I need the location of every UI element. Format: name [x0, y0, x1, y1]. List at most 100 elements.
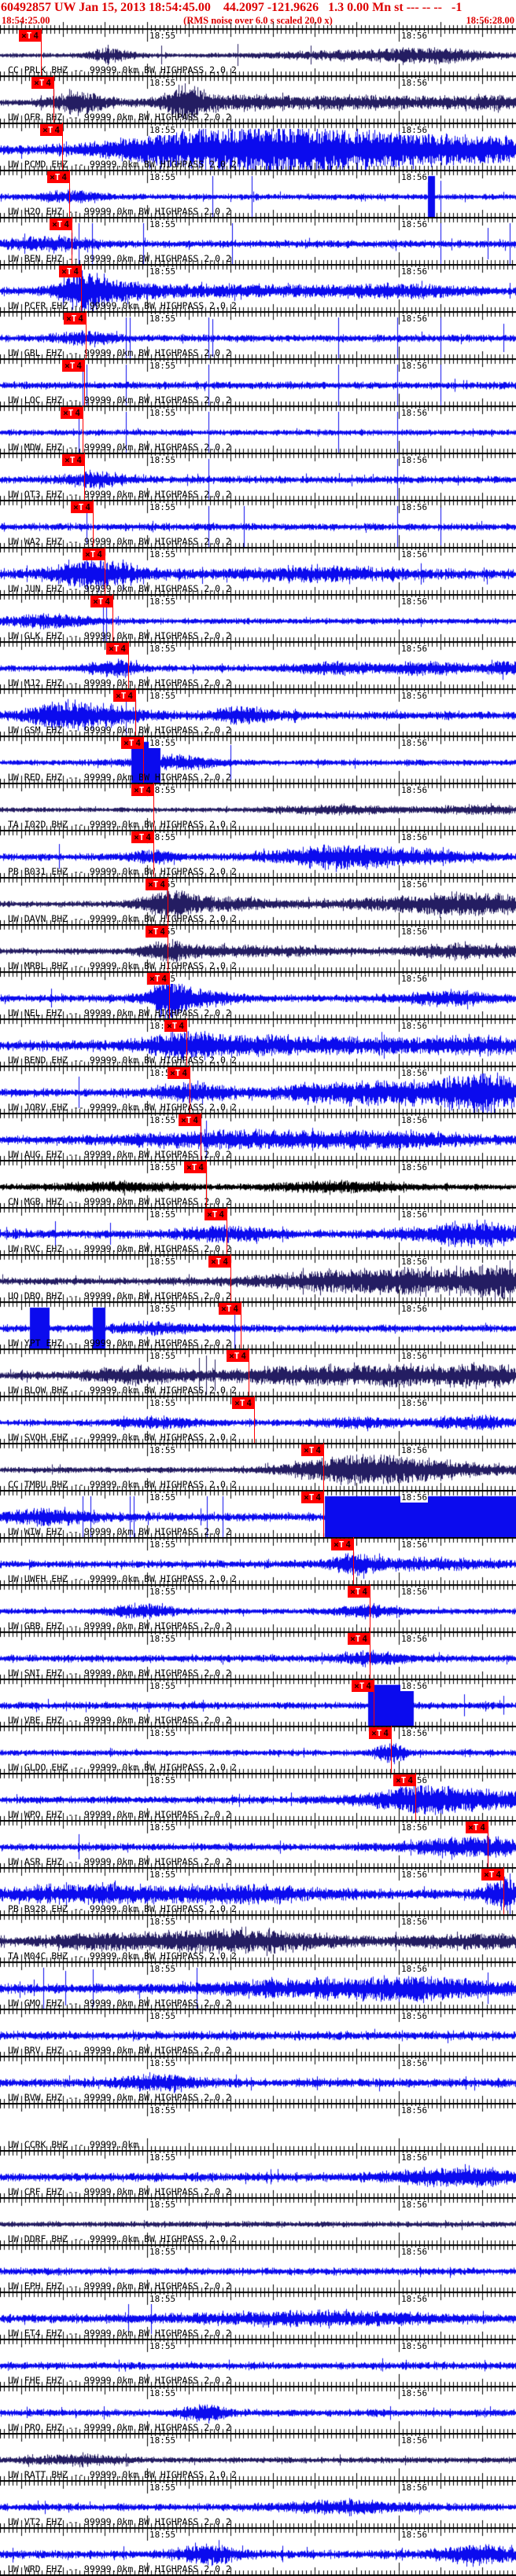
trace-row[interactable]: 18:55 18:56 UW FHE EHZ -- 99999.0km BW H… [0, 2339, 516, 2386]
trace-row[interactable]: 18:55 18:56 UW ET4 EHZ -- 99999.0km BW H… [0, 2292, 516, 2339]
pick-flag[interactable]: ×T 4 [31, 77, 53, 89]
pick-line[interactable] [86, 311, 87, 358]
pick-flag[interactable]: ×T 4 [301, 1444, 323, 1456]
trace-row[interactable]: 18:55 18:56 UW PCFR EHZ -- 99999.0km BW … [0, 264, 516, 311]
trace-row[interactable]: 18:55 18:56 TA M04C BHZ -- 99999.0km BW … [0, 1914, 516, 1961]
pick-flag[interactable]: ×T 4 [62, 454, 84, 466]
trace-row[interactable]: 18:55 18:56 UW NEL EHZ -- 99999.0km BW H… [0, 971, 516, 1018]
trace-row[interactable]: 18:55 18:56 UW DAVN BHZ -- 99999.0km BW … [0, 877, 516, 924]
trace-row[interactable]: 18:55 18:56 UW CRF EHZ -- 99999.0km BW H… [0, 2150, 516, 2197]
trace-row[interactable]: 18:55 18:56 UW BLOW BHZ -- 99999.0km BW … [0, 1349, 516, 1396]
trace-row[interactable]: 18:55 18:56 UW GLK EHZ -- 99999.0km BW H… [0, 594, 516, 641]
pick-line[interactable] [169, 971, 170, 1018]
pick-line[interactable] [69, 170, 70, 217]
trace-row[interactable]: 18:55 18:56 CC PRLK BHZ -- 99999.0km BW … [0, 28, 516, 75]
pick-line[interactable] [53, 75, 54, 123]
trace-row[interactable]: 18:55 18:56 UW BEND EHZ -- 99999.0km BW … [0, 1018, 516, 1066]
pick-flag[interactable]: ×T 4 [393, 1774, 415, 1786]
pick-flag[interactable]: ×T 4 [62, 360, 84, 372]
trace-row[interactable]: 18:55 18:56 UW EPH EHZ -- 99999.0km BW H… [0, 2244, 516, 2292]
trace-row[interactable]: 18:55 18:56 UW PRO EHZ -- 99999.0km BW H… [0, 2386, 516, 2433]
trace-row[interactable]: 18:55 18:56 PB B031 EHZ -- 99999.0km BW … [0, 830, 516, 877]
pick-flag[interactable]: ×T 4 [61, 407, 83, 419]
pick-flag[interactable]: ×T 4 [208, 1256, 230, 1268]
trace-row[interactable]: 18:55 18:56 UW MDW EHZ -- 99999.0km BW H… [0, 405, 516, 453]
trace-row[interactable]: 18:55 18:56 UW WA2 EHZ -- 99999.0km BW H… [0, 500, 516, 547]
trace-row[interactable]: 18:55 18:56 UW JUN EHZ -- 99999.0km BW H… [0, 547, 516, 594]
pick-flag[interactable]: ×T 4 [168, 1067, 190, 1079]
pick-flag[interactable]: ×T 4 [19, 30, 41, 42]
trace-row[interactable]: 18:55 18:56 UW JORV EHZ -- 99999.0km BW … [0, 1066, 516, 1113]
pick-flag[interactable]: ×T 4 [113, 690, 135, 702]
pick-line[interactable] [112, 594, 113, 641]
pick-flag[interactable]: ×T 4 [348, 1633, 370, 1645]
trace-row[interactable]: 18:55 18:56 UW WIW EHZ -- 99999.0km BW H… [0, 1490, 516, 1537]
trace-row[interactable]: 18:55 18:56 UW OT3 EHZ -- 99999.0km BW H… [0, 453, 516, 500]
trace-row[interactable]: 18:55 18:56 UW DDRF BHZ -- 99999.0km BW … [0, 2197, 516, 2244]
pick-flag[interactable]: ×T 4 [219, 1303, 241, 1315]
trace-row[interactable]: 18:55 18:56 UW RVC EHZ -- 99999.0km BW H… [0, 1207, 516, 1254]
trace-row[interactable]: 18:55 18:56 UW SNI EHZ -- 99999.0km BW H… [0, 1631, 516, 1679]
pick-flag[interactable]: ×T 4 [121, 737, 143, 749]
pick-flag[interactable]: ×T 4 [106, 643, 128, 655]
trace-row[interactable]: 18:55 18:56 UW GLDO EHZ -- 99999.0km BW … [0, 1726, 516, 1773]
trace-row[interactable]: 18:55 18:56 PB B928 EHZ -- 99999.0km BW … [0, 1867, 516, 1914]
trace-row[interactable]: 18:55 18:56 UW MRBL BHZ -- 99999.0km BW … [0, 924, 516, 971]
pick-line[interactable] [323, 1443, 324, 1490]
trace-row[interactable]: 18:55 18:56 CN MGB HHZ -- 99999.0km BW H… [0, 1160, 516, 1207]
trace-row[interactable]: 18:55 18:56 UW SVQH EHZ -- 99999.0km BW … [0, 1396, 516, 1443]
trace-row[interactable]: 18:55 18:56 UW GBB EHZ -- 99999.0km BW H… [0, 1584, 516, 1631]
trace-row[interactable]: 18:55 18:56 UW OFR BHZ -- 99999.0km BW H… [0, 75, 516, 123]
trace-row[interactable]: 18:55 18:56 UW PCMD EHZ -- 99999.0km BW … [0, 123, 516, 170]
trace-row[interactable]: 18:55 18:56 UW CCRK BHZ -- 99999.0km [0, 2103, 516, 2150]
pick-flag[interactable]: ×T 4 [227, 1350, 249, 1362]
trace-row[interactable]: 18:55 18:56 UW GBL EHZ -- 99999.0km BW H… [0, 311, 516, 358]
pick-flag[interactable]: ×T 4 [466, 1822, 488, 1833]
pick-flag[interactable]: ×T 4 [40, 124, 62, 136]
trace-row[interactable]: 18:55 18:56 UW GSM EHZ -- 99999.0km BW H… [0, 688, 516, 736]
pick-flag[interactable]: ×T 4 [146, 926, 168, 938]
trace-row[interactable]: 18:55 18:56 UW ASR EHZ -- 99999.0km BW H… [0, 1820, 516, 1867]
pick-flag[interactable]: ×T 4 [59, 266, 81, 277]
pick-flag[interactable]: ×T 4 [331, 1539, 353, 1550]
pick-line[interactable] [415, 1773, 416, 1820]
pick-flag[interactable]: ×T 4 [147, 973, 169, 985]
pick-line[interactable] [153, 830, 154, 877]
trace-row[interactable]: 18:55 18:56 UW RED EHZ -- 99999.0km BW H… [0, 736, 516, 783]
pick-line[interactable] [186, 1018, 187, 1066]
trace-row[interactable]: 18:55 18:56 UW MJ2 EHZ -- 99999.0km BW H… [0, 641, 516, 688]
trace-row[interactable]: 18:55 18:56 UW WPO EHZ -- 99999.0km BW H… [0, 1773, 516, 1820]
pick-flag[interactable]: ×T 4 [131, 831, 153, 843]
pick-flag[interactable]: ×T 4 [184, 1161, 206, 1173]
pick-flag[interactable]: ×T 4 [205, 1209, 227, 1220]
trace-row[interactable]: 18:55 18:56 UW RATT BHZ -- 99999.0km BW … [0, 2433, 516, 2480]
pick-line[interactable] [41, 28, 42, 75]
pick-flag[interactable]: ×T 4 [83, 549, 105, 560]
pick-line[interactable] [81, 264, 82, 311]
pick-flag[interactable]: ×T 4 [232, 1397, 254, 1409]
pick-line[interactable] [153, 783, 154, 830]
pick-line[interactable] [84, 358, 85, 405]
trace-row[interactable]: 18:55 18:56 UO DBO BHZ -- 99999.0km BW H… [0, 1254, 516, 1301]
pick-line[interactable] [143, 736, 144, 783]
trace-row[interactable]: 18:55 18:56 UW BEN EHZ -- 99999.0km BW H… [0, 217, 516, 264]
pick-flag[interactable]: ×T 4 [47, 171, 69, 183]
trace-row[interactable]: 18:55 18:56 UW BVW EHZ -- 99999.0km BW H… [0, 2056, 516, 2103]
pick-flag[interactable]: ×T 4 [90, 596, 112, 607]
pick-line[interactable] [323, 1490, 324, 1537]
trace-row[interactable]: 18:55 18:56 UW AUG EHZ -- 99999.0km BW H… [0, 1113, 516, 1160]
trace-row[interactable]: 18:55 18:56 UW VBE EHZ -- 99999.0km BW H… [0, 1679, 516, 1726]
pick-flag[interactable]: ×T 4 [348, 1586, 370, 1598]
trace-row[interactable]: 18:55 18:56 UW YPT EHZ -- 99999.0km BW H… [0, 1301, 516, 1349]
pick-flag[interactable]: ×T 4 [164, 1020, 186, 1032]
pick-flag[interactable]: ×T 4 [352, 1680, 374, 1692]
trace-row[interactable]: 18:55 18:56 UW UWFH EHZ -- 99999.0km BW … [0, 1537, 516, 1584]
pick-line[interactable] [254, 1396, 255, 1443]
pick-flag[interactable]: ×T 4 [64, 313, 86, 325]
pick-flag[interactable]: ×T 4 [481, 1869, 503, 1881]
trace-row[interactable]: 18:55 18:56 UW BRV EHZ -- 99999.0km BW H… [0, 2009, 516, 2056]
pick-flag[interactable]: ×T 4 [71, 501, 93, 513]
pick-line[interactable] [62, 123, 63, 170]
pick-flag[interactable]: ×T 4 [146, 879, 168, 890]
pick-line[interactable] [391, 1726, 392, 1773]
